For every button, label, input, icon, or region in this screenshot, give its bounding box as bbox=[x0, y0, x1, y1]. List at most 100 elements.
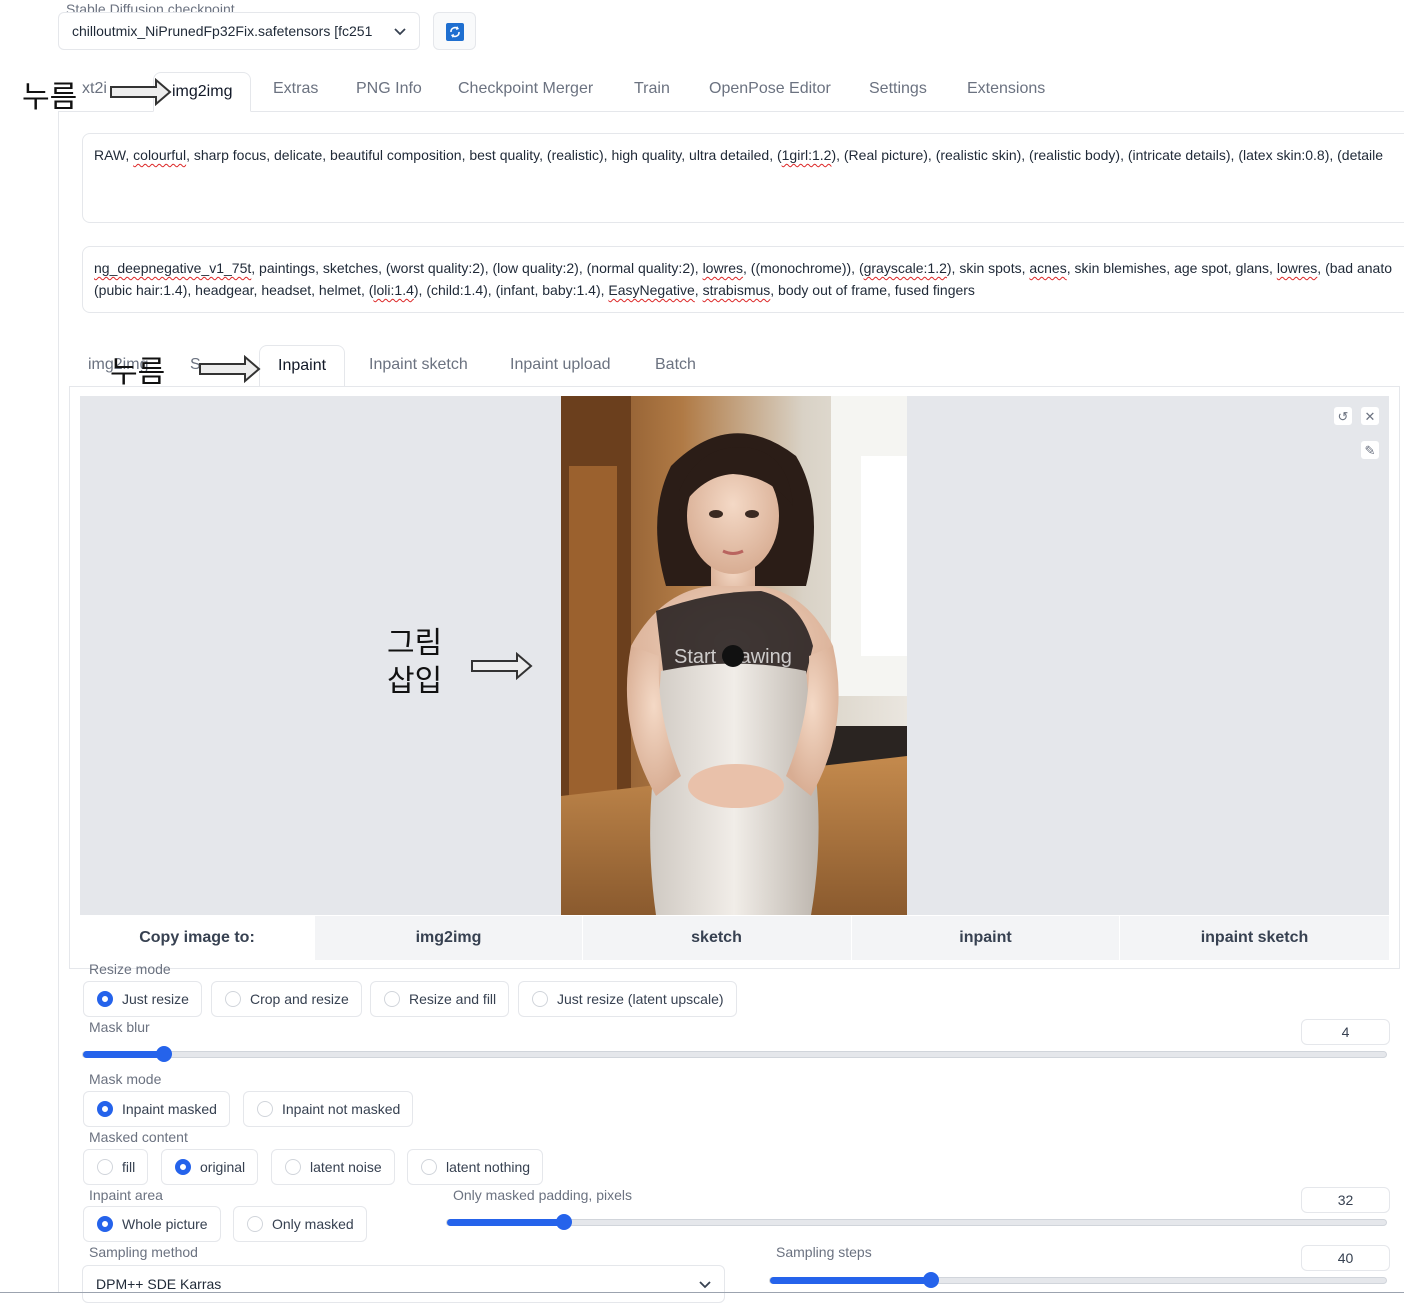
slider-fill bbox=[447, 1219, 565, 1226]
sampling-steps-input[interactable]: 40 bbox=[1301, 1245, 1390, 1271]
prompt-misspelled-word: lowres bbox=[1276, 260, 1318, 276]
inpaint-area-label: Inpaint area bbox=[89, 1187, 163, 1203]
radio-whole-picture[interactable]: Whole picture bbox=[83, 1206, 221, 1242]
masked-content-label: Masked content bbox=[89, 1129, 188, 1145]
tab-openpose-editor[interactable]: OpenPose Editor bbox=[709, 80, 831, 98]
only-masked-padding-input[interactable]: 32 bbox=[1301, 1187, 1390, 1213]
undo-button[interactable]: ↺ bbox=[1333, 406, 1353, 426]
radio-inpaint-masked[interactable]: Inpaint masked bbox=[83, 1091, 230, 1127]
annotation-insert-line-1: 그림 bbox=[387, 626, 443, 661]
prompt-text: , sharp focus, delicate, beautiful compo… bbox=[186, 147, 782, 163]
checkpoint-select[interactable]: chilloutmix_NiPrunedFp32Fix.safetensors … bbox=[58, 12, 420, 50]
tab-extensions[interactable]: Extensions bbox=[967, 80, 1045, 98]
radio-dot bbox=[247, 1216, 263, 1232]
mask-blur-label: Mask blur bbox=[89, 1019, 150, 1035]
radio-label: fill bbox=[122, 1159, 136, 1175]
tabbar-divider bbox=[58, 111, 1404, 112]
sampling-method-select[interactable]: DPM++ SDE Karras bbox=[82, 1265, 725, 1303]
refresh-icon bbox=[446, 23, 464, 41]
copy-to-inpaint-sketch-button[interactable]: inpaint sketch bbox=[1119, 916, 1389, 960]
radio-dot bbox=[421, 1159, 437, 1175]
radio-dot bbox=[225, 991, 241, 1007]
annotation-press-2: 누름 bbox=[110, 355, 166, 390]
slider-thumb[interactable] bbox=[923, 1272, 940, 1288]
tab-png-info[interactable]: PNG Info bbox=[356, 80, 422, 98]
mask-blur-input[interactable]: 4 bbox=[1301, 1019, 1390, 1045]
bottom-edge bbox=[0, 1292, 1404, 1293]
prompt-misspelled-word: EasyNegative bbox=[608, 282, 695, 298]
radio-crop-and-resize[interactable]: Crop and resize bbox=[211, 981, 362, 1017]
radio-label: Resize and fill bbox=[409, 991, 497, 1007]
annotation-arrow-icon bbox=[199, 355, 261, 383]
sampling-method-label: Sampling method bbox=[89, 1244, 198, 1260]
brush-button[interactable]: ✎ bbox=[1360, 440, 1380, 460]
copy-image-label: Copy image to: bbox=[80, 916, 314, 960]
undo-icon: ↺ bbox=[1337, 409, 1349, 424]
prompt-text: , ((monochrome)), ( bbox=[743, 260, 864, 276]
prompt-text: ), (Real picture), (realistic skin), (re… bbox=[831, 147, 1384, 163]
radio-fill[interactable]: fill bbox=[83, 1149, 149, 1185]
radio-original[interactable]: original bbox=[161, 1149, 259, 1185]
subtab-batch[interactable]: Batch bbox=[655, 356, 696, 374]
prompt-text: ), (child:1.4), (infant, baby:1.4), bbox=[413, 282, 609, 298]
radio-dot bbox=[97, 1101, 113, 1117]
subtab-inpaint[interactable]: Inpaint bbox=[259, 345, 346, 387]
radio-latent-noise[interactable]: latent noise bbox=[271, 1149, 395, 1185]
radio-dot bbox=[285, 1159, 301, 1175]
clear-button[interactable]: ✕ bbox=[1360, 406, 1380, 426]
annotation-arrow-icon bbox=[110, 78, 172, 106]
sampling-steps-slider[interactable] bbox=[769, 1272, 1387, 1288]
tab-settings[interactable]: Settings bbox=[869, 80, 927, 98]
checkpoint-value: chilloutmix_NiPrunedFp32Fix.safetensors … bbox=[72, 23, 373, 39]
chevron-down-icon bbox=[394, 28, 406, 36]
radio-just-resize-latent[interactable]: Just resize (latent upscale) bbox=[518, 981, 737, 1017]
negative-prompt-line-2: (pubic hair:1.4), headgear, headset, hel… bbox=[94, 279, 1404, 301]
tab-extras[interactable]: Extras bbox=[273, 80, 318, 98]
slider-thumb[interactable] bbox=[156, 1046, 173, 1062]
sampling-steps-label: Sampling steps bbox=[776, 1244, 872, 1260]
radio-label: Only masked bbox=[272, 1216, 354, 1232]
slider-fill bbox=[83, 1051, 165, 1058]
annotation-insert-image: 그림 삽입 bbox=[387, 625, 442, 701]
radio-label: Just resize (latent upscale) bbox=[557, 991, 724, 1007]
tab-txt2img[interactable]: xt2i bbox=[82, 80, 107, 98]
radio-label: Inpaint not masked bbox=[282, 1101, 401, 1117]
radio-inpaint-not-masked[interactable]: Inpaint not masked bbox=[243, 1091, 414, 1127]
slider-fill bbox=[770, 1277, 932, 1284]
negative-prompt[interactable]: ng_deepnegative_v1_75t, paintings, sketc… bbox=[82, 246, 1404, 313]
radio-label: Whole picture bbox=[122, 1216, 208, 1232]
prompt-misspelled-word: loli:1.4 bbox=[373, 282, 414, 298]
annotation-insert-line-2: 삽입 bbox=[387, 664, 443, 699]
radio-dot bbox=[175, 1159, 191, 1175]
prompt-misspelled-word: colourful bbox=[133, 147, 187, 163]
radio-only-masked[interactable]: Only masked bbox=[233, 1206, 367, 1242]
tab-train[interactable]: Train bbox=[634, 80, 670, 98]
subtab-inpaint-sketch[interactable]: Inpaint sketch bbox=[369, 356, 468, 374]
prompt-misspelled-word: lowres bbox=[702, 260, 744, 276]
copy-to-img2img-button[interactable]: img2img bbox=[314, 916, 582, 960]
radio-dot bbox=[97, 991, 113, 1007]
prompt-text: , (bad anato bbox=[1317, 260, 1393, 276]
only-masked-padding-label: Only masked padding, pixels bbox=[453, 1187, 632, 1203]
slider-thumb[interactable] bbox=[556, 1214, 573, 1230]
prompt-text: RAW, bbox=[94, 147, 134, 163]
subtab-inpaint-upload[interactable]: Inpaint upload bbox=[510, 356, 611, 374]
prompt-text: , skin blemishes, age spot, glans, bbox=[1066, 260, 1277, 276]
prompt-misspelled-word: ng_deepnegative_v1_75t bbox=[94, 260, 252, 276]
mask-mode-label: Mask mode bbox=[89, 1071, 162, 1087]
only-masked-padding-slider[interactable] bbox=[446, 1214, 1387, 1230]
radio-latent-nothing[interactable]: latent nothing bbox=[407, 1149, 544, 1185]
radio-just-resize[interactable]: Just resize bbox=[83, 981, 202, 1017]
prompt-misspelled-word: 1girl:1.2 bbox=[781, 147, 832, 163]
copy-to-sketch-button[interactable]: sketch bbox=[582, 916, 850, 960]
radio-label: original bbox=[200, 1159, 246, 1175]
radio-resize-and-fill[interactable]: Resize and fill bbox=[370, 981, 510, 1017]
tab-checkpoint-merger[interactable]: Checkpoint Merger bbox=[458, 80, 593, 98]
copy-to-inpaint-button[interactable]: inpaint bbox=[851, 916, 1119, 960]
refresh-checkpoint-button[interactable] bbox=[433, 12, 476, 50]
radio-label: latent noise bbox=[310, 1159, 382, 1175]
annotation-arrow-icon bbox=[471, 652, 533, 680]
brush-icon: ✎ bbox=[1364, 443, 1376, 458]
mask-blur-slider[interactable] bbox=[82, 1046, 1387, 1062]
positive-prompt[interactable]: RAW, colourful, sharp focus, delicate, b… bbox=[82, 133, 1404, 223]
